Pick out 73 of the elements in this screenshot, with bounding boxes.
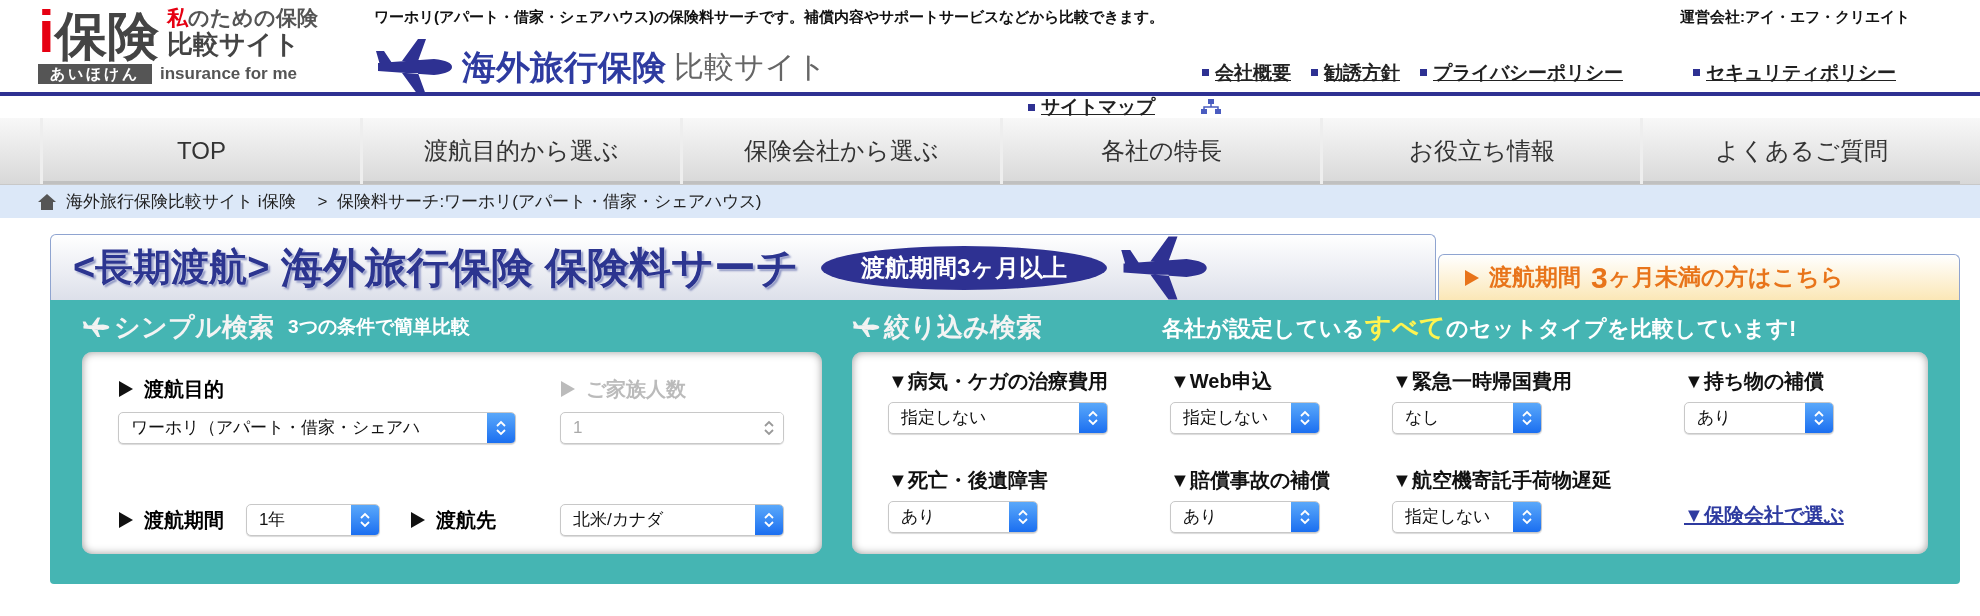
section-title: シンプル検索 (114, 310, 274, 344)
select-field[interactable]: 北米/カナダ (560, 503, 784, 536)
logo-english: insurance for me (160, 64, 297, 84)
operator-text: 運営会社:アイ・エフ・クリエイト (1680, 7, 1910, 27)
breadcrumb-current: 保険料サーチ:ワーホリ(アパート・借家・シェアハウス) (337, 190, 762, 213)
banner-title: 海外旅行保険 保険料サーチ (281, 243, 800, 293)
airplane-icon (852, 315, 880, 339)
bullet-icon (1693, 69, 1700, 77)
select-field[interactable]: なし (1392, 402, 1542, 434)
filter-label: ▼死亡・後遺障害 (888, 468, 1049, 493)
filter-label: ▼緊急一時帰国費用 (1392, 369, 1573, 394)
chevron-updown-icon (359, 511, 371, 528)
field-label: 渡航先 (436, 507, 496, 533)
filter-label: ▼持ち物の補償 (1684, 369, 1825, 394)
logo-tagline-highlight: 私 (166, 7, 188, 28)
filter-label: ▼病気・ケガの治療費用 (888, 369, 1109, 394)
logo-ribbon: あいほけん (38, 64, 152, 84)
chevron-updown-icon (1299, 410, 1311, 426)
site-title: 海外旅行保険 (462, 49, 666, 84)
chevron-updown-icon (495, 420, 507, 436)
field-label: ご家族人数 (586, 377, 686, 402)
play-icon (118, 510, 134, 529)
select-field[interactable]: ワーホリ（アパート・借家・シェアハ (118, 412, 516, 444)
play-icon (560, 380, 576, 398)
select-field[interactable]: あり (1170, 501, 1320, 533)
chevron-updown-icon (1521, 509, 1533, 525)
section-subtitle: 3つの条件で簡単比較 (288, 314, 470, 339)
chevron-updown-icon (1017, 509, 1029, 525)
chevron-updown-icon (1087, 410, 1099, 426)
site-description: ワーホリ(アパート・借家・シェアハウス)の保険料サーチです。補償内容やサポートサービスなどから比較できます。 (374, 7, 1164, 27)
logo-subtitle: 比較サイト (166, 31, 301, 57)
airplane-icon (82, 315, 110, 339)
banner-bracket-title: <長期渡航> (73, 245, 270, 290)
footer-link[interactable]: セキュリティポリシー (1706, 58, 1946, 87)
bullet-icon (1028, 103, 1035, 111)
play-icon (118, 380, 134, 398)
bullet-icon (1202, 69, 1209, 77)
footer-link[interactable]: 会社概要 (1215, 58, 1291, 87)
breadcrumb-link[interactable]: 海外旅行保険比較サイト i保険 (66, 188, 296, 215)
bullet-icon (1311, 69, 1318, 77)
duration-pill: 渡航期間3ヶ月以上 (821, 245, 1108, 290)
sitemap-icon (1201, 99, 1221, 115)
field-label: 渡航目的 (144, 377, 224, 402)
footer-link[interactable]: プライバシーポリシー (1433, 58, 1673, 87)
filter-label: ▼賠償事故の補償 (1170, 468, 1331, 493)
select-field[interactable]: 1年 (246, 503, 380, 536)
select-field[interactable]: 指定しない (1392, 501, 1542, 533)
chevron-updown-icon (763, 511, 775, 528)
site-title-sub: 比較サイト (674, 51, 827, 82)
logo-i: i (38, 2, 55, 62)
filter-label: ▼Web申込 (1170, 369, 1273, 394)
select-field[interactable]: 指定しない (888, 402, 1108, 434)
bullet-icon (1420, 69, 1427, 77)
chevron-updown-icon (1813, 410, 1825, 426)
section-note: 各社が設定しているすべてのセットタイプを比較しています! (1162, 310, 1797, 344)
company-link[interactable]: ▼保険会社で選ぶ (1684, 499, 1844, 530)
select-field[interactable]: あり (888, 501, 1038, 533)
select-field[interactable]: 指定しない (1170, 402, 1320, 434)
select-field[interactable]: あり (1684, 402, 1834, 434)
play-icon (410, 510, 426, 529)
chevron-updown-icon (1521, 410, 1533, 426)
section-title: 絞り込み検索 (884, 310, 1042, 344)
breadcrumb-separator: > (317, 190, 328, 213)
home-icon (38, 193, 56, 210)
chevron-updown-icon (763, 420, 775, 436)
chevron-updown-icon (1299, 509, 1311, 525)
logo-tagline: のための保険 (187, 7, 318, 28)
sitemap-link[interactable]: サイトマップ (1041, 97, 1195, 117)
play-icon (1465, 269, 1479, 286)
field-label: 渡航期間 (144, 507, 225, 533)
filter-label: ▼航空機寄託手荷物遅延 (1392, 468, 1613, 493)
footer-link[interactable]: 勧誘方針 (1324, 58, 1400, 87)
logo-mark: 保険 (54, 10, 159, 62)
